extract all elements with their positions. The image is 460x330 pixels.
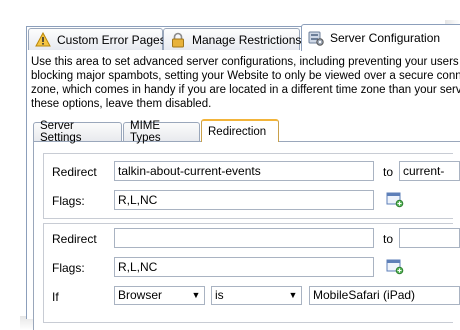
- if-label: If: [52, 290, 59, 304]
- subtab-redirection[interactable]: Redirection: [201, 119, 279, 142]
- tab-label: Custom Error Pages: [57, 32, 166, 47]
- description-line: Use this area to set advanced server con…: [31, 56, 459, 68]
- description-text: Use this area to set advanced server con…: [31, 55, 460, 111]
- edit-flags-icon[interactable]: [386, 192, 404, 208]
- tab-server-configuration[interactable]: Server Configuration: [301, 24, 460, 51]
- tab-label: Server Configuration: [330, 31, 441, 45]
- to-label: to: [383, 165, 394, 179]
- flags-input[interactable]: [114, 190, 374, 210]
- select-value: MobileSafari (iPad): [313, 288, 416, 302]
- description-line: zone, which comes in handy if you are lo…: [31, 84, 460, 96]
- server-config-icon: [308, 31, 324, 46]
- subtab-server-settings[interactable]: Server Settings: [33, 120, 122, 144]
- redirect-to-input[interactable]: [399, 228, 460, 248]
- redirect-from-input[interactable]: [114, 228, 374, 248]
- flags-input[interactable]: [114, 257, 374, 277]
- subtab-label: Server Settings: [40, 120, 82, 144]
- tab-label: Manage Restrictions: [192, 32, 302, 47]
- redirect-label: Redirect: [52, 165, 97, 179]
- subtab-label: MIME Types: [130, 120, 161, 144]
- description-line: blocking major spambots, setting your We…: [31, 70, 460, 82]
- flags-label: Flags:: [52, 261, 85, 275]
- operator-select[interactable]: is ▼: [211, 286, 302, 305]
- tab-manage-restrictions[interactable]: Manage Restrictions: [163, 28, 302, 50]
- select-value: Browser: [118, 288, 163, 302]
- redirect-from-input[interactable]: [114, 161, 374, 181]
- condition-field-select[interactable]: Browser ▼: [114, 286, 205, 305]
- subtab-label: Redirection: [208, 125, 267, 138]
- lock-icon: [172, 32, 184, 47]
- warning-icon: [35, 31, 51, 46]
- redirect-label: Redirect: [52, 232, 97, 246]
- top-tab-bar: Custom Error Pages Manage Restrictions S…: [26, 24, 460, 51]
- select-value: is: [215, 288, 224, 302]
- description-line: these options, leave them disabled.: [31, 98, 212, 110]
- flags-label: Flags:: [52, 194, 85, 208]
- chevron-down-icon: ▼: [191, 290, 201, 300]
- condition-value-select[interactable]: MobileSafari (iPad): [309, 286, 460, 305]
- to-label: to: [383, 232, 394, 246]
- edit-flags-icon[interactable]: [386, 259, 404, 275]
- tab-custom-error-pages[interactable]: Custom Error Pages: [28, 28, 166, 50]
- window: Custom Error Pages Manage Restrictions S…: [0, 0, 460, 330]
- chevron-down-icon: ▼: [288, 290, 298, 300]
- redirect-to-input[interactable]: [399, 161, 460, 181]
- subtab-mime-types[interactable]: MIME Types: [123, 120, 200, 144]
